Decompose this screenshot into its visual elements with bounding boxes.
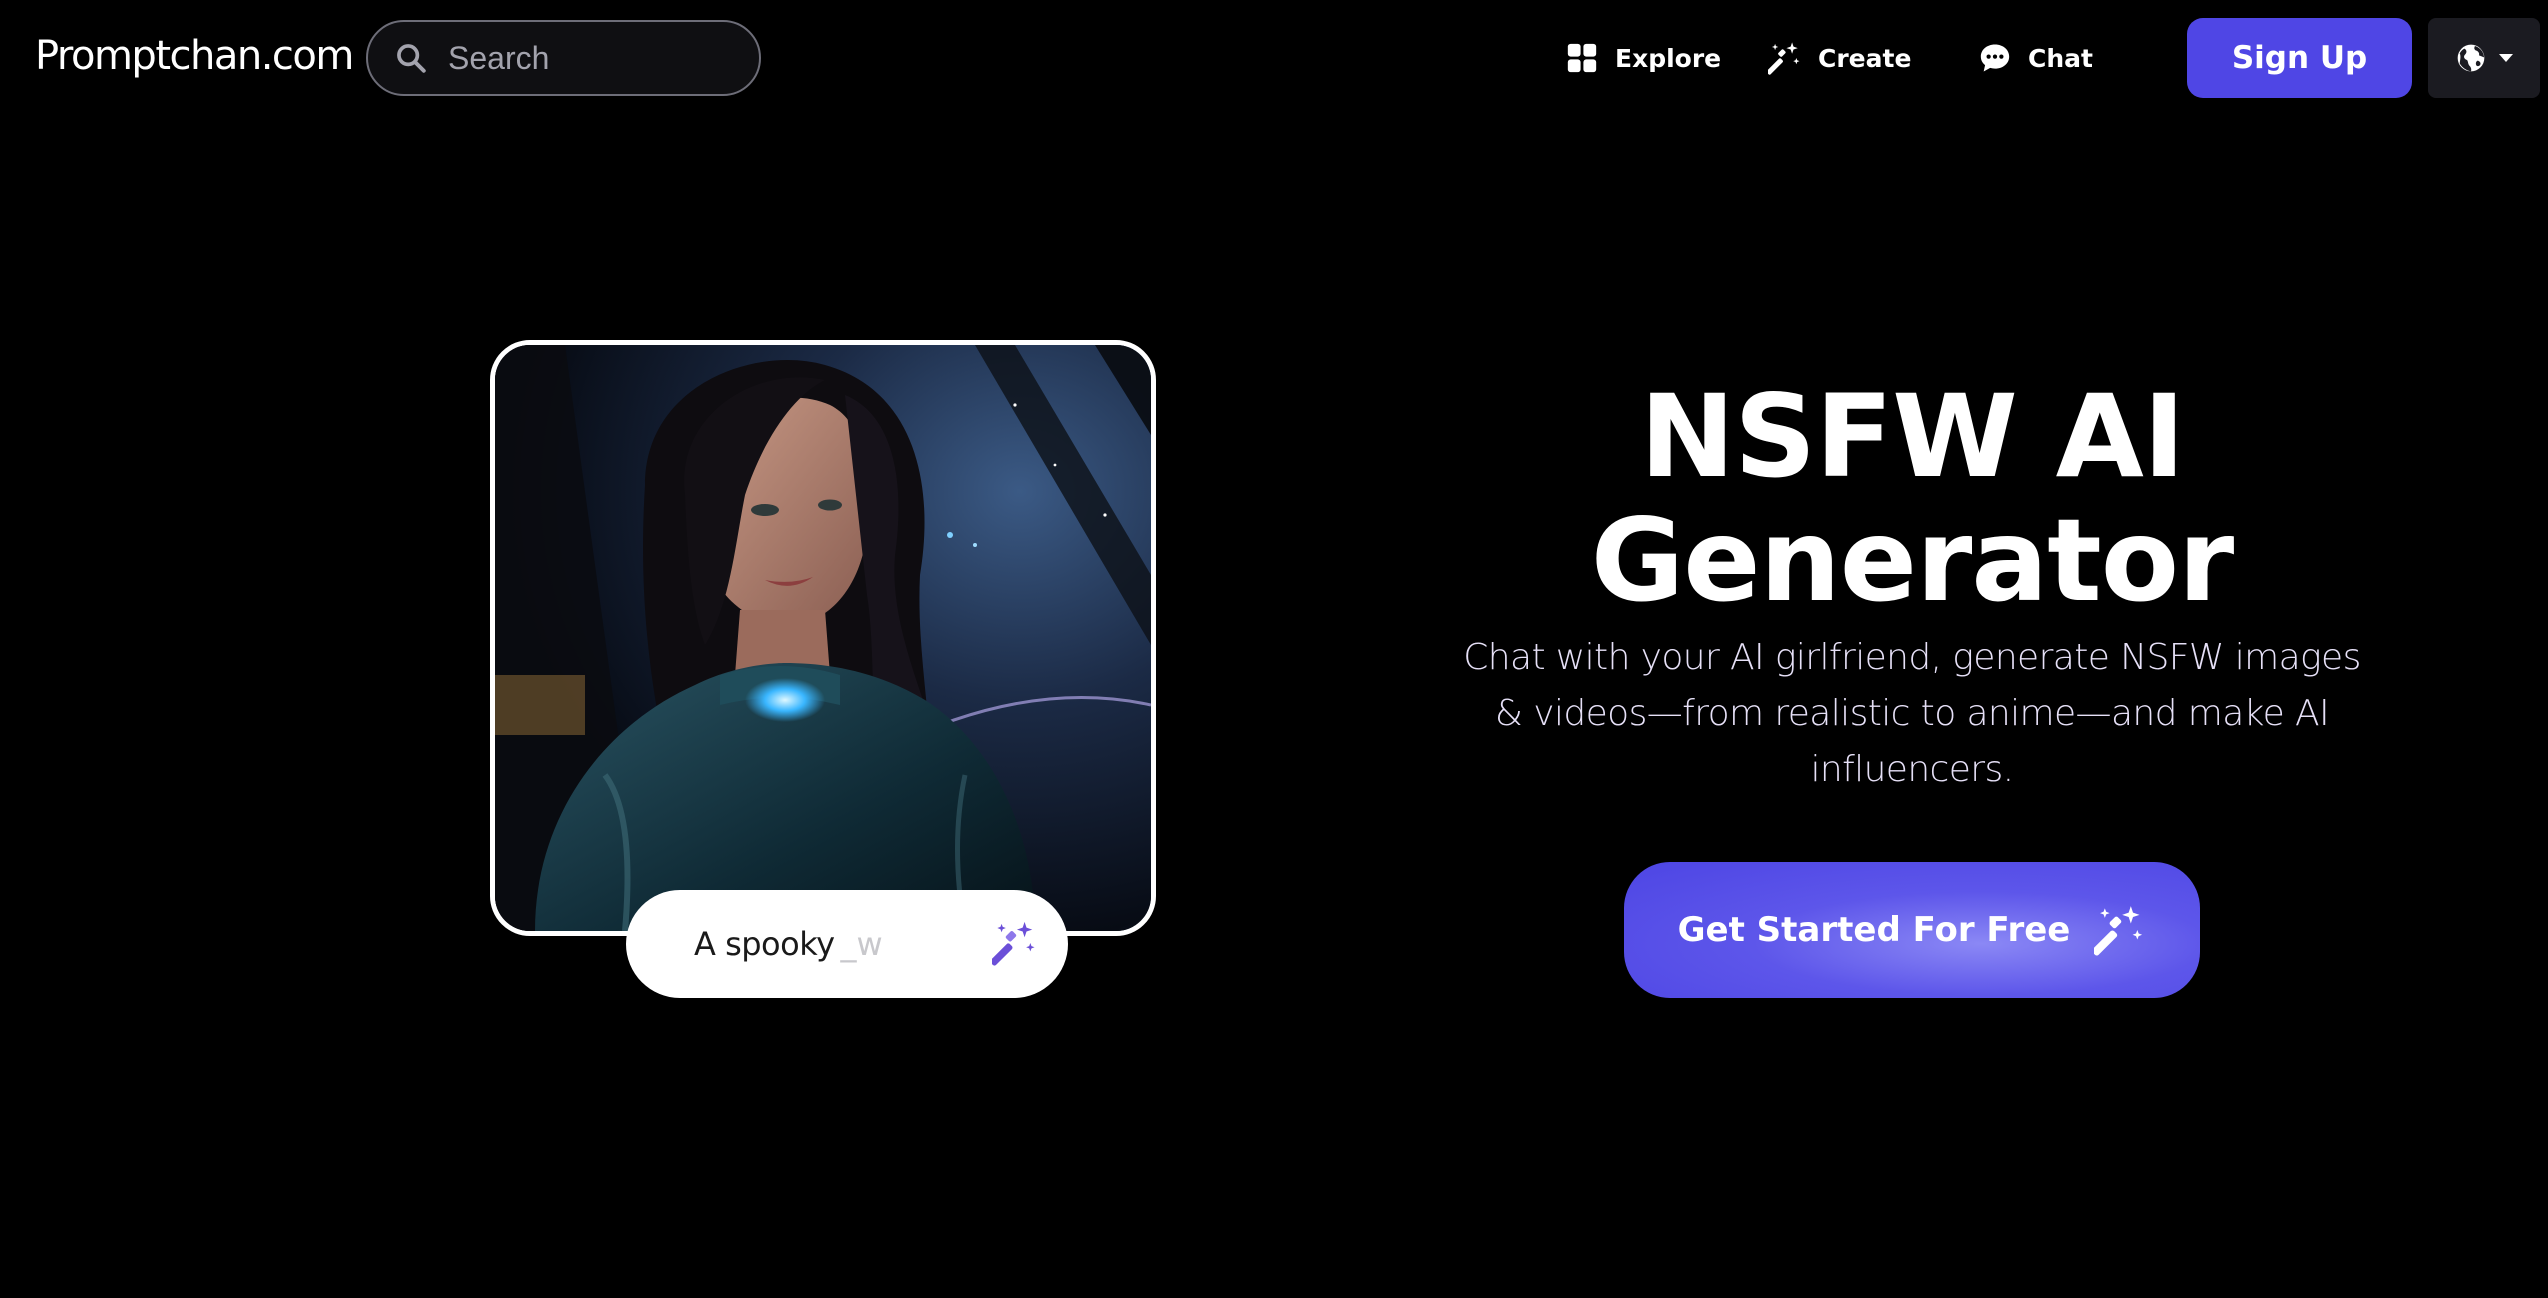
nav-explore-label: Explore	[1615, 43, 1722, 73]
nav-explore[interactable]: Explore	[1565, 30, 1721, 86]
magic-wand-icon	[1768, 42, 1800, 75]
get-started-button[interactable]: Get Started For Free	[1624, 862, 2200, 998]
chevron-down-icon	[2499, 54, 2513, 62]
search-input[interactable]	[448, 39, 728, 77]
site-logo[interactable]: Promptchan.com	[35, 28, 354, 84]
ai-generated-portrait-image	[495, 345, 1151, 931]
sign-up-button[interactable]: Sign Up	[2187, 18, 2412, 98]
hero-title: NSFW AI Generator	[1410, 375, 2414, 623]
language-selector[interactable]	[2428, 18, 2540, 98]
typing-cursor: _w	[840, 925, 883, 963]
prompt-text: A spooky	[694, 925, 835, 963]
get-started-label: Get Started For Free	[1677, 910, 2071, 950]
chat-bubble-icon	[1980, 44, 2010, 72]
magic-wand-icon	[992, 921, 1035, 966]
hero-title-line2: Generator	[1590, 494, 2235, 627]
hero-subtitle: Chat with your AI girlfriend, generate N…	[1463, 637, 2361, 790]
nav-create[interactable]: Create	[1768, 30, 1911, 86]
magic-wand-icon	[2094, 906, 2143, 956]
prompt-typing-pill[interactable]: A spooky _w	[626, 890, 1068, 998]
nav-create-label: Create	[1818, 43, 1912, 73]
hero-title-line1: NSFW AI	[1639, 370, 2185, 503]
top-navigation-bar: Promptchan.com Explore	[0, 0, 2548, 118]
search-box[interactable]	[366, 20, 761, 96]
nav-chat[interactable]: Chat	[1978, 30, 2093, 86]
search-icon	[397, 44, 426, 73]
nav-chat-label: Chat	[2028, 43, 2093, 73]
page: Promptchan.com Explore	[0, 0, 2548, 1298]
hero-image-card	[490, 340, 1156, 936]
grid-icon	[1567, 43, 1597, 73]
globe-icon	[2457, 44, 2485, 72]
